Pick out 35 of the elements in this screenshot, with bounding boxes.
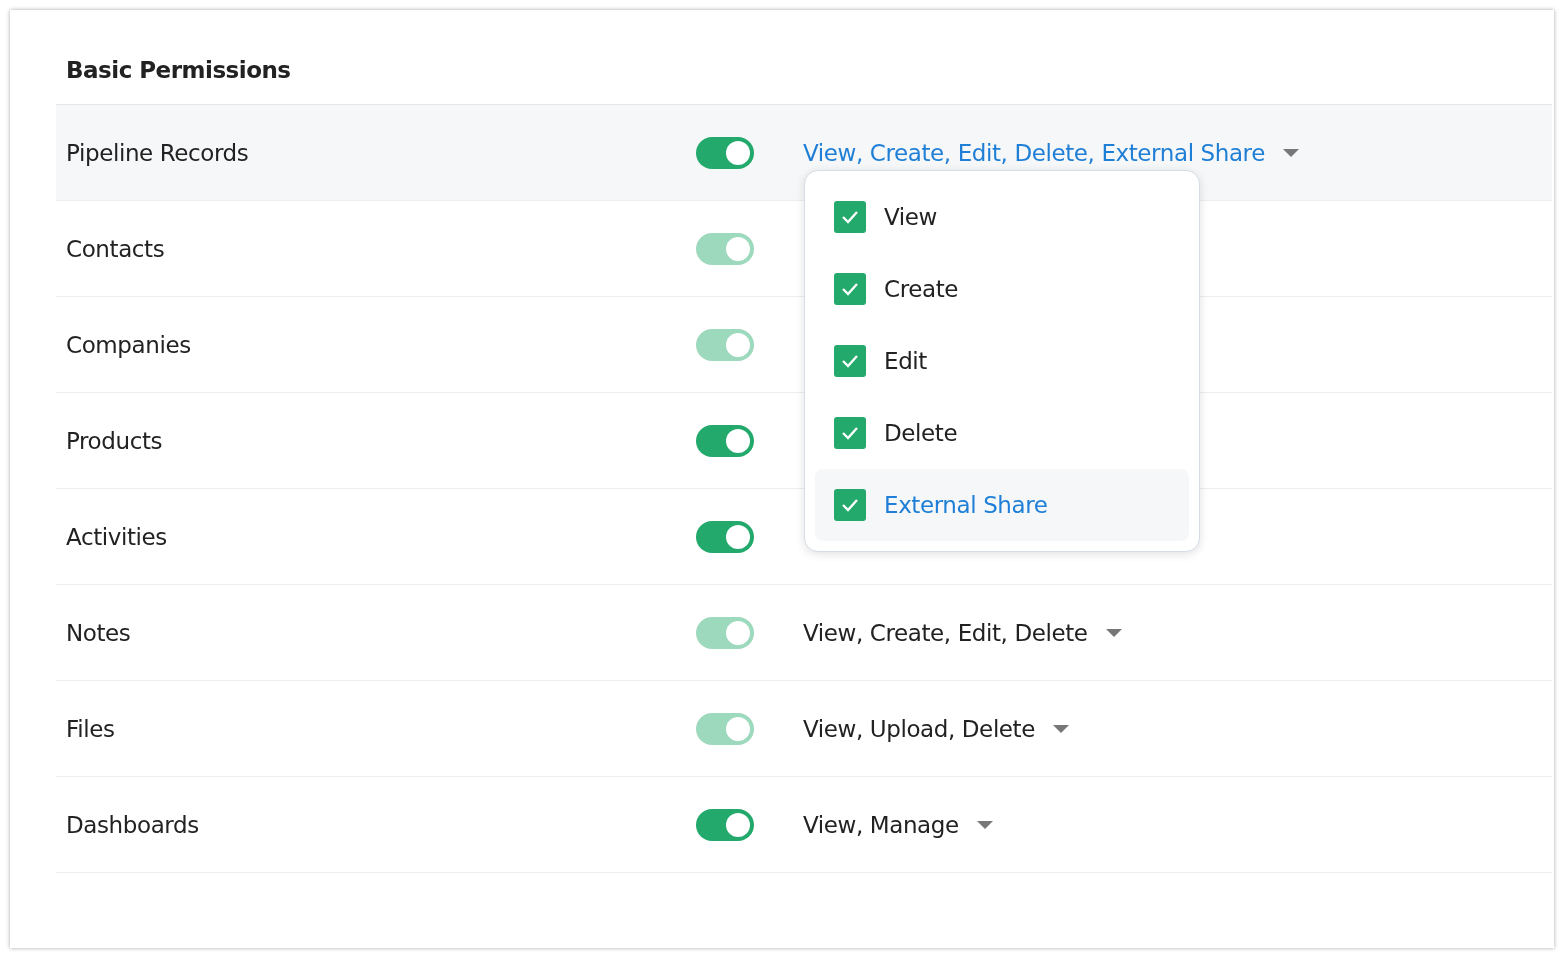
module-name: Contacts xyxy=(65,235,166,262)
permissions-dropdown[interactable]: View, Create, Edit, Delete xyxy=(803,619,1122,646)
caret-icon xyxy=(1053,724,1069,733)
module-name: Notes xyxy=(65,619,132,646)
checkbox[interactable] xyxy=(834,273,866,305)
menu-option[interactable]: View xyxy=(815,181,1189,253)
module-name: Files xyxy=(65,715,116,742)
check-icon xyxy=(841,498,859,512)
menu-option[interactable]: External Share xyxy=(815,469,1189,541)
module-name: Products xyxy=(65,427,164,454)
section-title: Basic Permissions xyxy=(65,56,292,85)
permissions-dropdown[interactable]: View, Manage xyxy=(803,811,993,838)
checkbox[interactable] xyxy=(834,489,866,521)
checkbox[interactable] xyxy=(834,201,866,233)
toggle-switch[interactable] xyxy=(696,424,754,457)
permissions-dropdown[interactable]: View, Upload, Delete xyxy=(803,715,1069,742)
check-icon xyxy=(841,210,859,224)
menu-option[interactable]: Create xyxy=(815,253,1189,325)
check-icon xyxy=(841,426,859,440)
toggle-switch[interactable] xyxy=(696,520,754,553)
caret-icon xyxy=(1282,148,1299,157)
caret-icon xyxy=(1105,628,1122,637)
check-icon xyxy=(841,354,859,368)
menu-option[interactable]: Delete xyxy=(815,397,1189,469)
check-icon xyxy=(841,282,859,296)
checkbox[interactable] xyxy=(834,417,866,449)
menu-option[interactable]: Edit xyxy=(815,325,1189,397)
module-name: Companies xyxy=(65,331,192,358)
module-name: Activities xyxy=(65,523,168,550)
module-name: Pipeline Records xyxy=(65,139,250,166)
permissions-dropdown[interactable]: View, Create, Edit, Delete, External Share xyxy=(803,139,1299,166)
caret-icon xyxy=(976,820,993,829)
module-name: Dashboards xyxy=(65,811,200,838)
toggle-switch[interactable] xyxy=(696,808,754,841)
checkbox[interactable] xyxy=(834,345,866,377)
